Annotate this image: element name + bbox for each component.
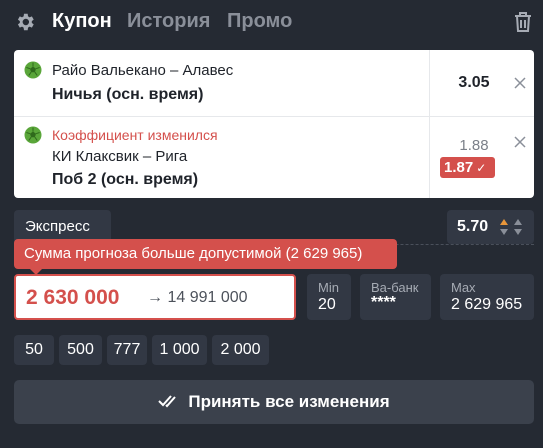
quick-amount-button[interactable]: 50 xyxy=(14,335,54,365)
stake-input[interactable]: 2 630 000 → 14 991 000 xyxy=(14,274,296,320)
tab-coupon[interactable]: Купон xyxy=(52,9,112,33)
tab-history[interactable]: История xyxy=(127,9,210,33)
trash-icon[interactable] xyxy=(512,10,534,34)
bet-slip-list: Райо Вальекано – Алавес Ничья (осн. врем… xyxy=(14,50,534,198)
min-value: 20 xyxy=(318,296,336,313)
match-name: КИ Клаксвик – Рига xyxy=(52,148,188,165)
stake-error-text: Сумма прогноза больше допустимой (2 629 … xyxy=(24,245,363,262)
accept-changes-label: Принять все изменения xyxy=(188,392,390,411)
stake-value: 2 630 000 xyxy=(26,286,120,309)
new-odd-value: 1.87 xyxy=(444,159,474,176)
possible-win-value: 14 991 000 xyxy=(167,289,248,306)
soccer-ball-icon xyxy=(24,126,42,144)
arrow-right-icon: → xyxy=(147,289,163,306)
match-name: Райо Вальекано – Алавес xyxy=(52,62,234,79)
bet-item: Райо Вальекано – Алавес Ничья (осн. врем… xyxy=(14,50,534,116)
tab-promo[interactable]: Промо xyxy=(227,9,292,33)
odd-changed-notice: Коэффициент изменился xyxy=(52,127,218,143)
bet-outcome: Поб 2 (осн. время) xyxy=(52,171,199,188)
min-label: Min xyxy=(318,280,339,295)
max-stake-button[interactable]: Max 2 629 965 xyxy=(440,274,534,320)
close-icon[interactable] xyxy=(514,136,526,148)
quick-amount-button[interactable]: 500 xyxy=(59,335,102,365)
total-odd-box: 5.70 xyxy=(447,210,534,244)
check-icon: ✓ xyxy=(476,161,487,175)
vabank-label: Ва-банк xyxy=(371,280,419,295)
bet-odd: 3.05 xyxy=(458,74,490,91)
quick-amount-button[interactable]: 1 000 xyxy=(152,335,207,365)
quick-amount-button[interactable]: 777 xyxy=(107,335,147,365)
quick-amount-button[interactable]: 2 000 xyxy=(212,335,269,365)
max-label: Max xyxy=(451,280,476,295)
stake-error-tooltip: Сумма прогноза больше допустимой (2 629 … xyxy=(14,239,397,275)
close-icon[interactable] xyxy=(514,77,526,89)
soccer-ball-icon xyxy=(24,61,42,79)
bet-outcome: Ничья (осн. время) xyxy=(52,86,204,103)
new-odd-badge[interactable]: 1.87 ✓ xyxy=(440,157,495,178)
accept-changes-button[interactable]: Принять все изменения xyxy=(14,380,534,424)
total-odd: 5.70 xyxy=(457,218,489,235)
gear-icon[interactable] xyxy=(14,11,36,33)
odd-change-arrows-icon xyxy=(500,219,522,235)
bet-item: Коэффициент изменился КИ Клаксвик – Рига… xyxy=(14,116,534,198)
divider xyxy=(429,50,430,116)
vabank-value: **** xyxy=(371,294,396,311)
min-stake-button[interactable]: Min 20 xyxy=(307,274,351,320)
coupon-header: Купон История Промо xyxy=(0,0,543,44)
old-odd: 1.88 xyxy=(459,137,489,154)
vabank-button[interactable]: Ва-банк **** xyxy=(360,274,431,320)
max-value: 2 629 965 xyxy=(451,296,523,313)
divider xyxy=(429,117,430,198)
possible-win: → 14 991 000 xyxy=(147,289,248,307)
double-check-icon xyxy=(158,395,177,408)
